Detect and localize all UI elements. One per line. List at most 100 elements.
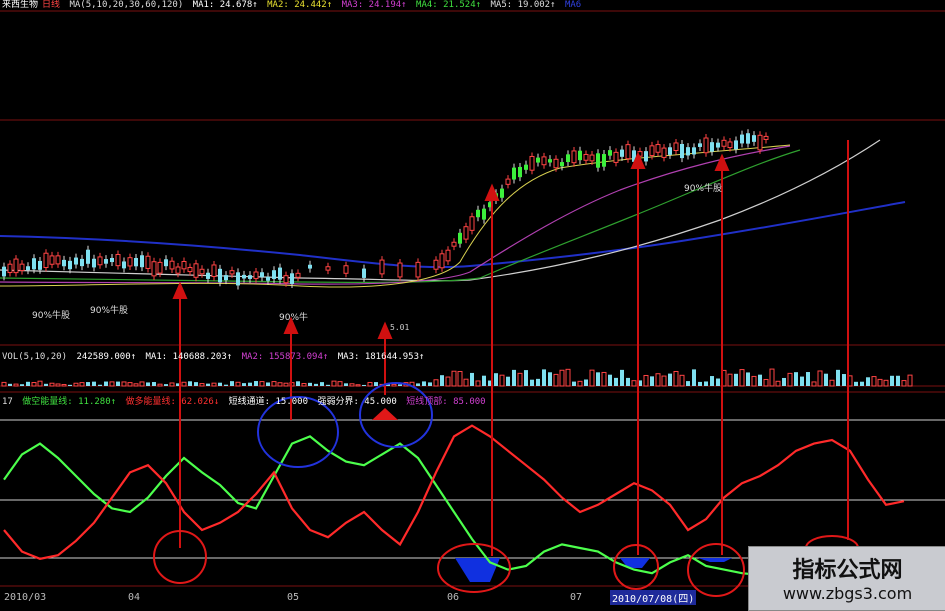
circle-blue-2 — [359, 382, 433, 448]
volume-bar — [698, 381, 702, 386]
candle-body — [716, 142, 720, 148]
volume-bar — [883, 379, 889, 387]
ma3-value: MA3: 24.194↑ — [341, 0, 407, 10]
x-tick-1: 04 — [128, 592, 141, 603]
candle-body — [571, 150, 577, 164]
volume-bar — [877, 378, 883, 387]
candle-body — [536, 157, 540, 163]
stock-chart — [0, 10, 945, 597]
volume-bar — [692, 369, 696, 386]
candle-body — [211, 264, 217, 277]
volume-bar — [152, 382, 156, 386]
volume-bar — [445, 376, 451, 387]
volume-bar — [164, 384, 168, 386]
volume-bar — [463, 378, 469, 387]
candle-body — [703, 137, 709, 154]
volume-bar — [494, 373, 498, 386]
cursor-value: 5.01 — [390, 323, 410, 332]
volume-bar — [199, 383, 205, 387]
volume-bar — [194, 382, 198, 386]
candle-body — [80, 258, 84, 267]
price-header: 来西生物 日线 MA(5,10,20,30,60,120) MA1: 24.678… — [2, 0, 585, 10]
volume-bar — [169, 382, 175, 387]
volume-bar — [608, 374, 612, 386]
red-fill-peak — [372, 408, 398, 420]
volume-bar — [98, 384, 102, 386]
bull-label-1: 90%牛股 — [32, 311, 71, 321]
volume-bar — [710, 376, 714, 386]
candlesticks — [2, 129, 769, 290]
candle-body — [620, 149, 624, 157]
bull-energy: 做多能量线: 62.026↓ — [125, 397, 220, 407]
strong-weak: 强弱分界: 45.000 — [317, 397, 397, 407]
volume-bar — [398, 384, 402, 386]
candle-body — [218, 268, 222, 283]
bear-energy: 做空能量线: 11.280↑ — [22, 397, 117, 407]
x-tick-4: 07 — [570, 592, 583, 603]
candle-body — [140, 255, 144, 268]
volume-bar — [116, 381, 120, 386]
volume-bar — [763, 378, 769, 387]
candle-body — [589, 154, 595, 162]
volume-bar — [631, 380, 637, 387]
candle-body — [278, 267, 282, 280]
candle-body — [110, 257, 114, 263]
volume-bar — [739, 369, 745, 387]
candle-body — [199, 268, 205, 275]
candle-body — [463, 226, 469, 240]
volume-bar — [26, 381, 30, 386]
volume-bar — [428, 382, 432, 386]
candle-body — [512, 167, 516, 180]
candle-body — [283, 275, 289, 284]
volume-bar — [86, 382, 90, 386]
circle-blue-1 — [257, 396, 339, 468]
candle-body — [134, 258, 138, 267]
ma-params: MA(5,10,20,30,60,120) — [69, 0, 184, 10]
candle-body — [596, 153, 600, 168]
circle-red-4 — [687, 543, 745, 597]
volume-bar — [704, 381, 708, 386]
volume-bar — [61, 384, 67, 387]
candle-body — [92, 258, 96, 268]
vol-value: 242589.000↑ — [76, 352, 137, 362]
candle-body — [541, 156, 547, 166]
volume-bar — [811, 381, 817, 387]
candle-body — [644, 151, 648, 162]
candle-body — [686, 147, 690, 156]
candle-body — [740, 134, 744, 144]
volume-bar — [416, 383, 420, 386]
volume-bar — [440, 375, 444, 386]
ma4-value: MA4: 21.524↑ — [416, 0, 482, 10]
volume-bar — [188, 381, 192, 386]
candle-body — [757, 134, 763, 151]
volume-bar — [475, 380, 481, 387]
volume-bar — [235, 381, 241, 387]
candle-body — [362, 268, 366, 278]
candle-body — [415, 261, 421, 278]
ma5-value: MA5: 19.002↑ — [490, 0, 556, 10]
candle-body — [97, 256, 103, 266]
candle-body — [524, 164, 528, 170]
volume-bar — [584, 379, 588, 386]
volume-bar — [866, 377, 870, 386]
candle-body — [734, 140, 738, 150]
blue-fill-trough-3 — [698, 558, 732, 562]
candle-body — [104, 259, 108, 264]
candle-body — [500, 188, 504, 198]
volume-bar — [548, 372, 552, 386]
candle-body — [692, 147, 696, 155]
candle-body — [458, 232, 462, 244]
volume-bar — [374, 382, 378, 386]
candle-body — [505, 178, 511, 185]
volume-bar — [499, 374, 505, 387]
candle-body — [55, 255, 61, 265]
candle-body — [248, 275, 252, 279]
volume-bar — [92, 381, 96, 386]
candle-body — [578, 150, 582, 161]
candle-body — [602, 154, 606, 167]
candle-body — [548, 159, 552, 163]
candle-body — [529, 155, 535, 171]
volume-bar — [734, 373, 738, 386]
ma6-value: MA6 — [564, 0, 582, 10]
candle-body — [343, 265, 349, 274]
